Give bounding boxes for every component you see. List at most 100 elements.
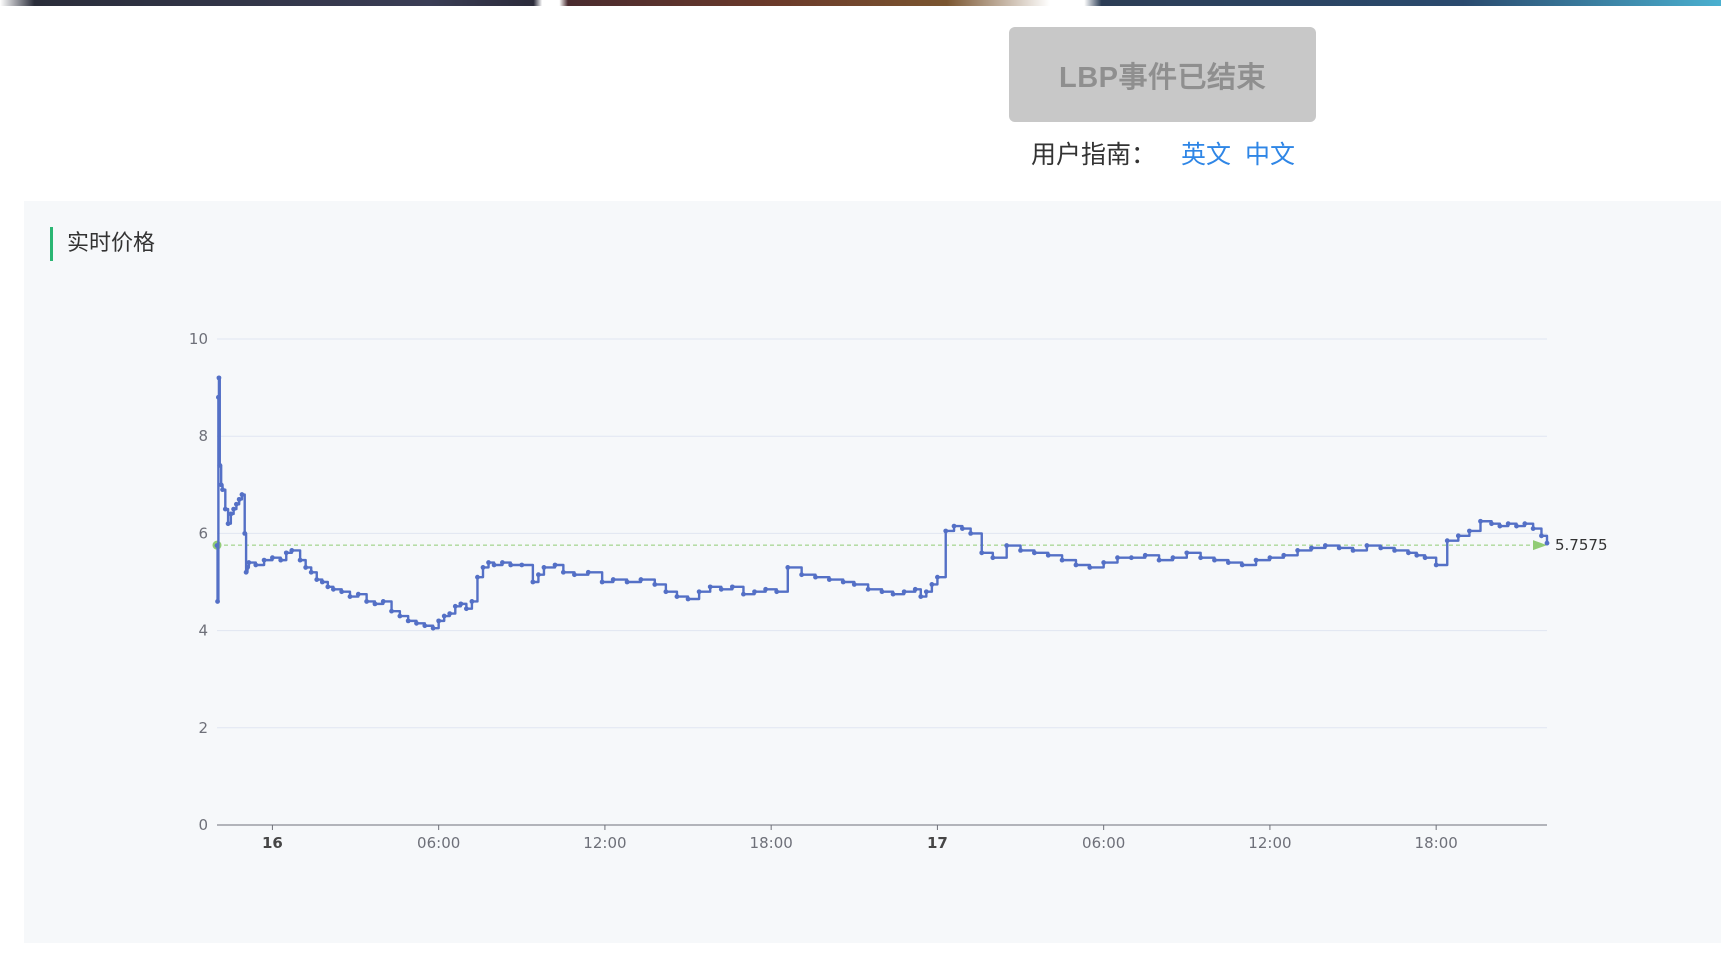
data-point — [541, 565, 547, 570]
data-point — [1225, 560, 1231, 565]
data-point — [1414, 552, 1420, 558]
lbp-status-button[interactable]: LBP事件已结束 — [1009, 27, 1316, 122]
data-point — [774, 589, 780, 595]
data-point — [499, 560, 505, 565]
data-point — [214, 543, 220, 548]
data-point — [696, 589, 702, 595]
data-point — [1018, 548, 1023, 553]
browser-top-strip — [0, 0, 1721, 6]
data-point — [1184, 550, 1190, 556]
data-point — [1170, 555, 1176, 561]
realtime-price-panel: 实时价格 0 2 4 6 8 10 16 06:00 12:00 18:00 17 06:00 12:… — [24, 201, 1721, 943]
data-point — [1530, 526, 1536, 531]
data-point — [430, 625, 436, 631]
data-point — [951, 523, 957, 529]
data-point — [1455, 533, 1461, 539]
data-point — [1478, 518, 1483, 524]
data-point — [1115, 555, 1120, 561]
y-tick-label: 4 — [198, 622, 208, 640]
data-point — [1128, 555, 1134, 561]
data-point — [552, 562, 558, 568]
data-point — [799, 572, 805, 578]
data-point — [228, 511, 234, 517]
data-point — [663, 589, 669, 595]
data-point — [218, 482, 224, 488]
data-point — [968, 531, 974, 536]
data-point — [1336, 545, 1342, 551]
data-point — [339, 589, 345, 595]
data-point — [1444, 538, 1450, 544]
data-point — [508, 562, 514, 568]
x-tick-label: 17 — [927, 834, 948, 852]
data-point — [560, 569, 566, 575]
mark-line-arrow — [1533, 540, 1547, 551]
data-point — [283, 550, 289, 556]
data-point — [1497, 523, 1503, 529]
data-point — [422, 623, 428, 629]
guide-link-chinese[interactable]: 中文 — [1245, 135, 1295, 171]
data-point — [216, 375, 222, 381]
data-point — [890, 591, 896, 597]
data-point — [452, 603, 458, 609]
data-point — [879, 589, 885, 595]
data-point — [1087, 565, 1093, 570]
data-point — [330, 586, 336, 592]
data-point — [1309, 545, 1314, 551]
data-point — [303, 565, 309, 570]
data-point — [314, 577, 320, 582]
x-axis: 16 06:00 12:00 18:00 17 06:00 12:00 18:00 — [217, 824, 1547, 852]
data-point — [1514, 523, 1519, 529]
data-point — [572, 572, 577, 578]
x-tick-label: 06:00 — [1082, 834, 1125, 852]
data-point — [270, 555, 275, 561]
data-point — [308, 569, 314, 575]
data-point — [355, 591, 361, 597]
data-point — [436, 618, 442, 624]
y-tick-label: 2 — [198, 719, 208, 737]
data-point — [1406, 550, 1411, 556]
data-point — [1422, 555, 1428, 561]
data-point — [447, 611, 453, 616]
data-point — [536, 572, 541, 578]
data-point — [1489, 521, 1494, 527]
data-point — [261, 557, 267, 563]
data-point — [441, 613, 447, 619]
data-point — [486, 560, 491, 565]
data-point — [289, 548, 295, 553]
data-point — [469, 599, 475, 604]
data-point — [215, 599, 220, 604]
data-point — [901, 589, 907, 595]
data-point — [246, 560, 252, 565]
data-point — [397, 613, 403, 619]
mark-line-label: 5.7575 — [1555, 536, 1608, 554]
data-point — [1059, 557, 1065, 563]
y-tick-label: 0 — [198, 816, 208, 834]
data-point — [405, 618, 411, 624]
data-point — [652, 582, 658, 587]
data-point — [372, 601, 378, 607]
data-point — [585, 569, 591, 575]
y-tick-label: 8 — [198, 427, 208, 445]
data-point — [1505, 521, 1511, 527]
data-point — [840, 579, 846, 585]
data-point — [1544, 540, 1550, 546]
data-point — [729, 584, 735, 590]
data-point — [610, 577, 616, 582]
guide-link-english[interactable]: 英文 — [1181, 135, 1231, 171]
data-point — [943, 528, 949, 534]
data-point — [475, 574, 480, 580]
data-point — [220, 487, 225, 493]
user-guide: 用户指南： 英文 中文 — [1031, 135, 1309, 171]
data-point — [929, 582, 935, 587]
data-point — [1142, 552, 1148, 558]
data-point — [763, 586, 769, 592]
y-tick-label: 6 — [198, 524, 208, 542]
data-point — [1295, 548, 1301, 553]
data-point — [530, 579, 536, 585]
price-chart: 0 2 4 6 8 10 16 06:00 12:00 18:00 17 06:00 12:00 18:… — [189, 330, 1608, 852]
data-point — [245, 565, 250, 570]
data-point — [1198, 555, 1204, 561]
data-point — [491, 562, 497, 568]
data-point — [1378, 545, 1384, 551]
data-point — [217, 462, 223, 468]
